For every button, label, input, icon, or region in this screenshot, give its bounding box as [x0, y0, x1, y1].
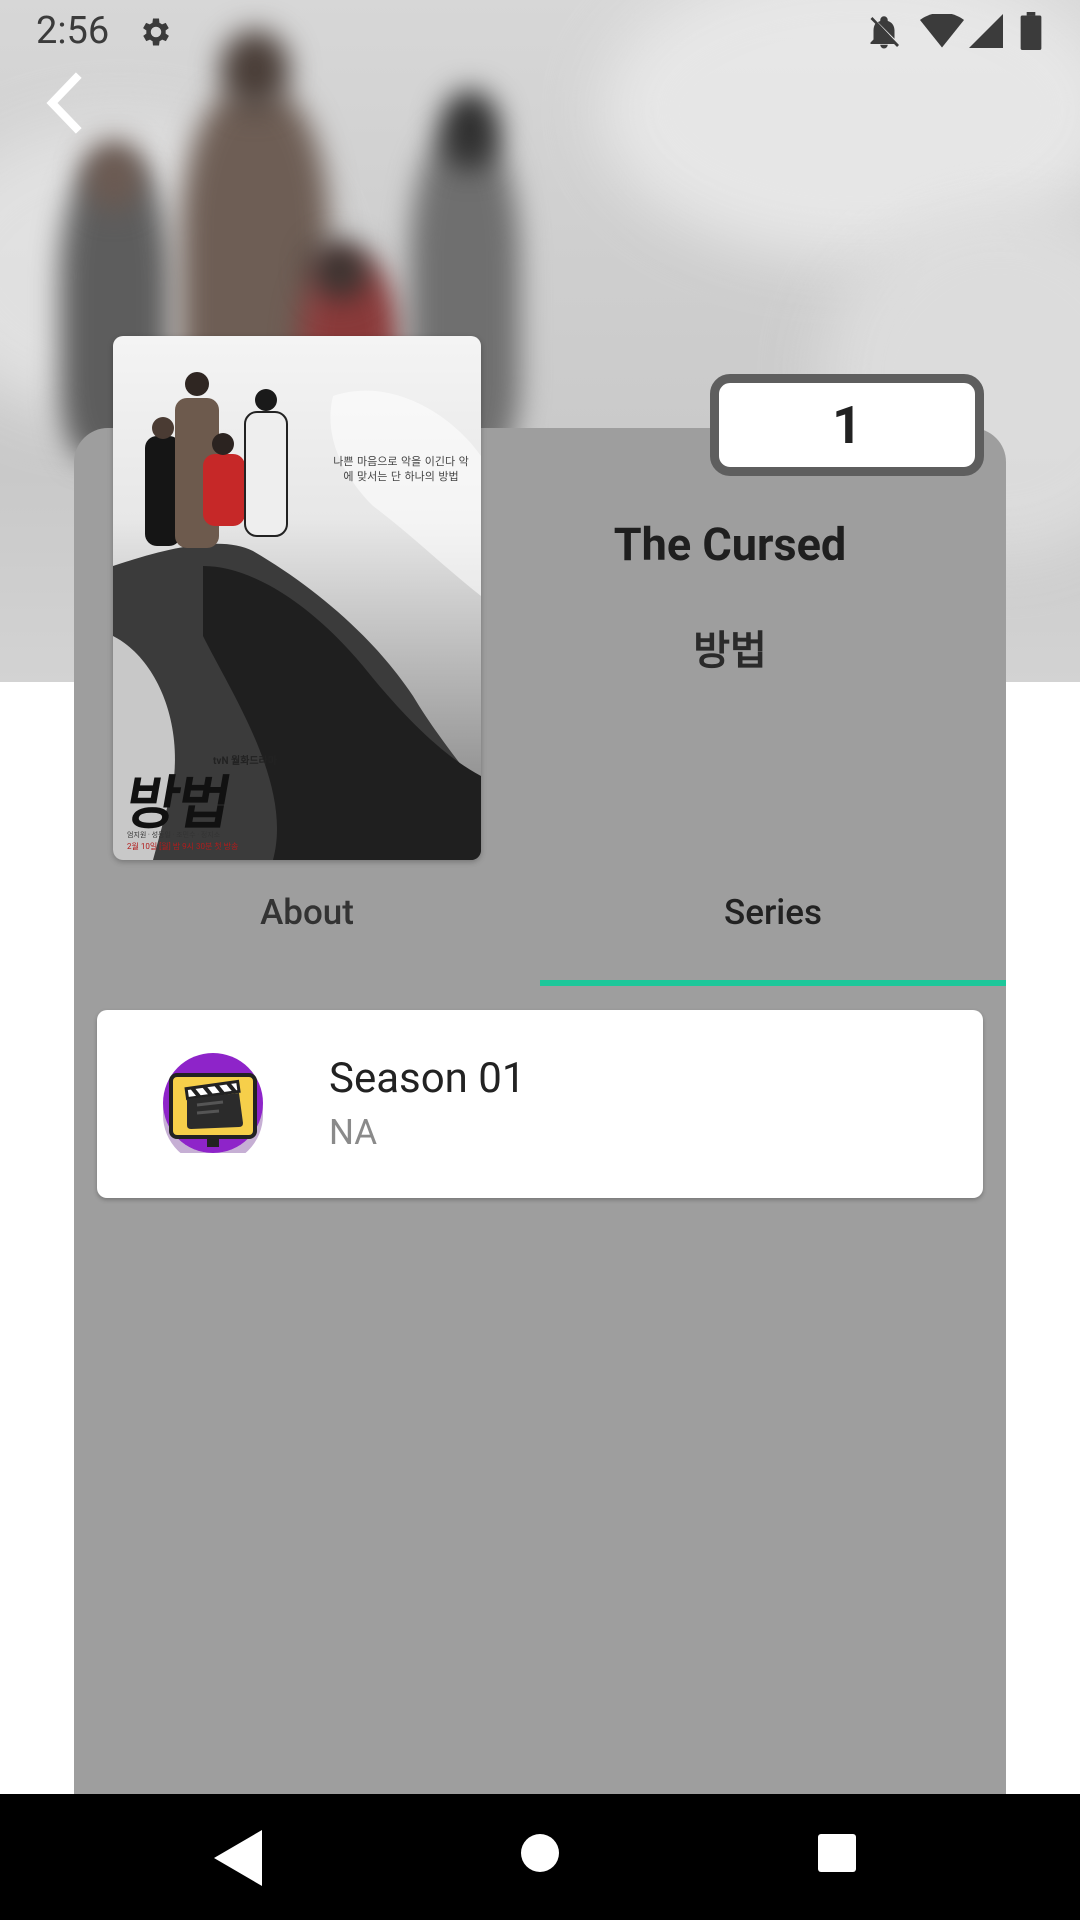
- tab-series[interactable]: Series: [540, 892, 1006, 933]
- bell-off-icon: [870, 16, 899, 49]
- nav-home-icon[interactable]: [519, 1832, 561, 1874]
- back-button[interactable]: [36, 70, 92, 136]
- battery-icon: [1020, 12, 1042, 50]
- show-original-title: 방법: [693, 627, 767, 674]
- tab-about[interactable]: About: [74, 892, 540, 933]
- poster-tagline: 나쁜 마음으로 악을 이긴다 악에 맞서는 단 하나의 방법: [333, 455, 469, 483]
- poster-image: 나쁜 마음으로 악을 이긴다 악에 맞서는 단 하나의 방법 tvN 월화드라마…: [113, 336, 481, 860]
- status-time: 2:56: [36, 9, 110, 53]
- tab-indicator: [540, 980, 1006, 986]
- show-detail-screen: 2:56 나쁜 마음으로 악을 이긴다 악에 맞서는 단 하나의 방법 tvN …: [0, 0, 1080, 1920]
- nav-recents-icon[interactable]: [816, 1832, 858, 1874]
- signal-icon: [969, 14, 1003, 48]
- poster-title: 방법: [120, 769, 235, 837]
- rating-badge: 1: [710, 374, 984, 476]
- poster-credits: 엄지원 · 성동일 · 조민수 · 정지소: [127, 831, 221, 839]
- poster-air-date: 2월 10일 [월] 밤 9시 30분 첫 방송: [127, 842, 239, 851]
- gear-icon: [143, 18, 169, 46]
- show-title: The Cursed: [613, 518, 847, 571]
- navigation-bar: [0, 1794, 1080, 1920]
- wifi-icon: [920, 14, 964, 48]
- nav-back-icon[interactable]: [214, 1830, 262, 1886]
- list-item-season[interactable]: Season 01 NA: [97, 1010, 983, 1198]
- season-name: Season 01: [329, 1054, 526, 1103]
- season-subtitle: NA: [329, 1112, 378, 1153]
- status-bar: 2:56: [0, 0, 1080, 64]
- chevron-left-icon: [46, 72, 82, 134]
- clapperboard-icon: [163, 1053, 263, 1153]
